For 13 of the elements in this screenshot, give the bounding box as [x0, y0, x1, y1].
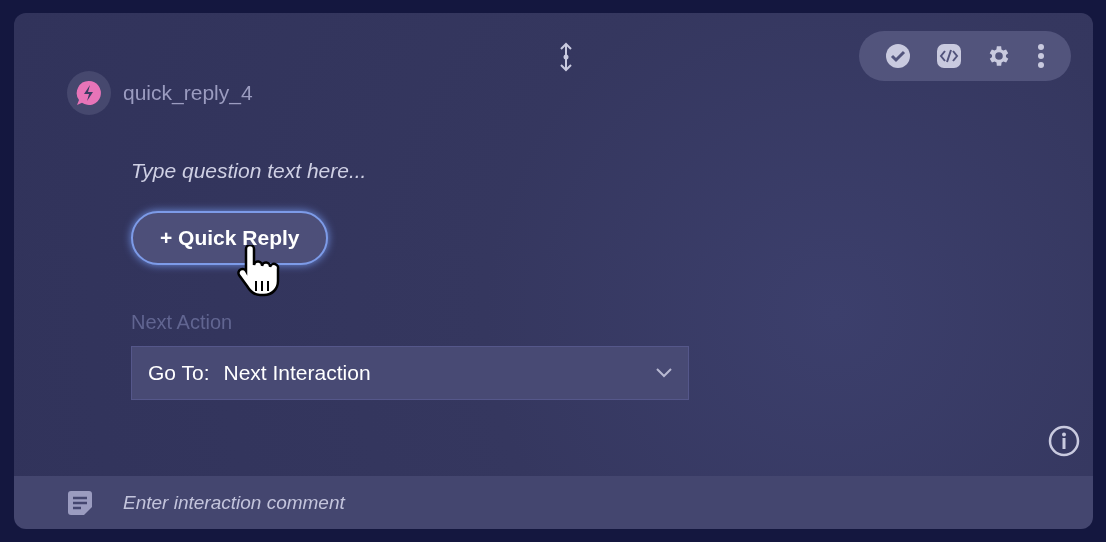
resize-handle-icon[interactable] — [559, 42, 573, 72]
comment-field[interactable]: Enter interaction comment — [121, 490, 1093, 515]
question-field[interactable]: Type question text here... — [131, 159, 531, 183]
info-icon[interactable] — [1048, 425, 1080, 457]
node-name: quick_reply_4 — [123, 81, 253, 105]
note-icon — [67, 489, 93, 516]
lightning-bubble-icon — [76, 80, 102, 106]
quick-reply-button[interactable]: + Quick Reply — [131, 211, 329, 265]
code-icon[interactable] — [935, 43, 962, 69]
more-icon[interactable] — [1036, 43, 1045, 69]
next-action-select[interactable]: Go To: Next Interaction — [131, 346, 689, 400]
check-icon[interactable] — [885, 43, 912, 69]
chevron-down-icon — [656, 368, 672, 378]
